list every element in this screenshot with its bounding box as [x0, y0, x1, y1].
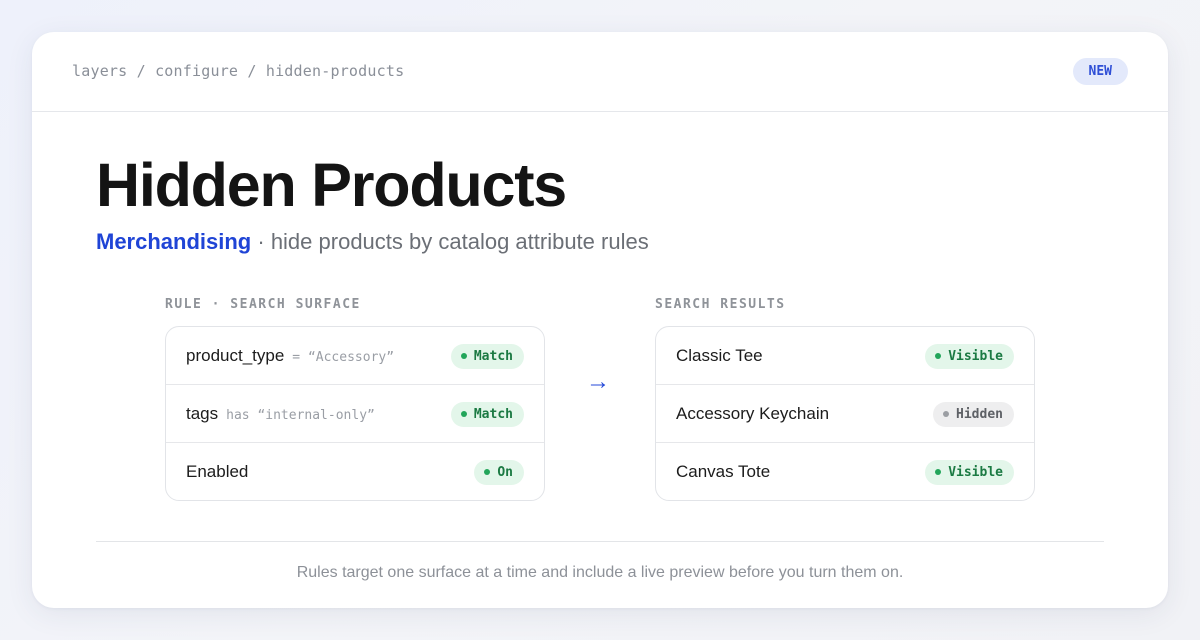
rule-condition: has “internal-only”: [226, 408, 375, 423]
rule-row-product-type[interactable]: product_type = “Accessory” Match: [166, 327, 544, 385]
category-label: Merchandising: [96, 229, 252, 254]
status-badge-label: Hidden: [956, 407, 1003, 422]
status-dot-icon: [935, 353, 942, 359]
status-dot-icon: [460, 411, 467, 417]
product-name: Accessory Keychain: [676, 404, 830, 423]
subtitle-description: hide products by catalog attribute rules: [270, 229, 649, 254]
attribute-name: product_type: [186, 346, 285, 365]
attribute-name: tags: [186, 404, 219, 423]
enabled-toggle[interactable]: On: [474, 460, 524, 485]
status-badge: Hidden: [933, 402, 1014, 427]
top-bar: layers / configure / hidden-products NEW: [32, 32, 1168, 112]
status-badge-label: Match: [473, 349, 513, 364]
product-name: Classic Tee: [676, 346, 763, 365]
status-dot-icon: [943, 411, 950, 417]
footer-divider: [96, 541, 1104, 542]
status-badge: Match: [450, 344, 524, 369]
result-row-accessory-keychain[interactable]: Accessory Keychain Hidden: [656, 385, 1034, 443]
status-badge-label: Match: [473, 407, 513, 422]
footer-note: Rules target one surface at a time and i…: [296, 564, 904, 581]
rule-row-name: Enabled: [186, 462, 248, 482]
status-badge-label: Visible: [948, 349, 1003, 364]
status-badge-label: Visible: [948, 465, 1003, 480]
rule-panel: product_type = “Accessory” Match tags has …: [165, 326, 545, 501]
result-row-canvas-tote[interactable]: Canvas Tote Visible: [656, 443, 1034, 500]
rule-card: layers / configure / hidden-products NEW…: [32, 32, 1168, 608]
rule-row-name: tags has “internal-only”: [186, 404, 375, 424]
rule-row-name: product_type = “Accessory”: [186, 346, 394, 366]
status-badge: Visible: [925, 344, 1014, 369]
status-dot-icon: [460, 353, 467, 359]
results-panel: Classic Tee Visible Accessory Keychain H…: [655, 326, 1035, 501]
status-badge: Visible: [925, 460, 1014, 485]
status-badge-label: On: [497, 465, 513, 480]
rule-condition: = “Accessory”: [292, 350, 395, 365]
page-title: Hidden Products: [96, 151, 567, 219]
status-badge: Match: [450, 402, 524, 427]
rule-row-enabled[interactable]: Enabled On: [166, 443, 544, 500]
new-badge: NEW: [1072, 58, 1128, 85]
results-section-label: SEARCH RESULTS: [655, 297, 786, 312]
result-row-classic-tee[interactable]: Classic Tee Visible: [656, 327, 1034, 385]
page-subtitle: Merchandising · hide products by catalog…: [96, 229, 649, 255]
subtitle-separator: ·: [251, 229, 271, 254]
rule-row-tags[interactable]: tags has “internal-only” Match: [166, 385, 544, 443]
product-name: Canvas Tote: [676, 462, 771, 481]
arrow-right-icon: →: [586, 368, 610, 395]
attribute-name: Enabled: [186, 462, 249, 481]
rule-section-label: RULE · SEARCH SURFACE: [165, 297, 361, 312]
breadcrumb[interactable]: layers / configure / hidden-products: [72, 62, 404, 80]
status-dot-icon: [484, 469, 491, 475]
status-dot-icon: [935, 469, 942, 475]
